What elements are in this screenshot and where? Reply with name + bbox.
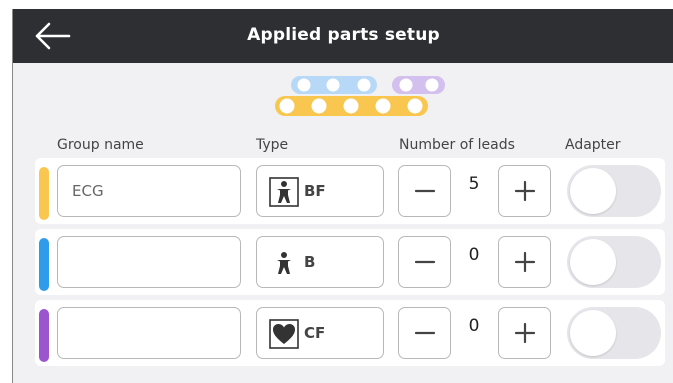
adapter-toggle[interactable] — [567, 307, 661, 359]
leads-count: 5 — [468, 174, 480, 194]
header-bar: Applied parts setup — [13, 9, 673, 63]
minus-icon — [414, 260, 436, 264]
group-name-input[interactable] — [57, 307, 241, 359]
adapter-toggle[interactable] — [567, 236, 661, 288]
type-selector[interactable]: BF — [256, 165, 384, 217]
type-selector[interactable]: CF — [256, 307, 384, 359]
plus-icon — [514, 322, 536, 344]
group-name-input[interactable] — [57, 236, 241, 288]
column-label-group-name: Group name — [57, 137, 144, 153]
decrease-leads-button[interactable] — [398, 236, 451, 288]
decrease-leads-button[interactable] — [398, 307, 451, 359]
applied-part-row: CF 0 — [35, 300, 665, 366]
type-label: B — [304, 253, 316, 271]
type-selector[interactable]: B — [256, 236, 384, 288]
person-icon — [277, 252, 291, 274]
person-box-icon — [269, 177, 299, 207]
app-window: Applied parts setup Group name Type Numb… — [12, 9, 673, 383]
increase-leads-button[interactable] — [498, 165, 551, 217]
connector-illustration-icon — [275, 76, 445, 116]
leads-count: 0 — [468, 316, 480, 336]
heart-box-icon — [269, 319, 299, 349]
type-label: CF — [304, 324, 326, 342]
page-title: Applied parts setup — [247, 25, 440, 45]
column-label-adapter: Adapter — [565, 137, 621, 153]
column-label-leads: Number of leads — [399, 137, 515, 153]
group-color-bar — [39, 238, 49, 291]
increase-leads-button[interactable] — [498, 236, 551, 288]
minus-icon — [414, 189, 436, 193]
plus-icon — [514, 251, 536, 273]
type-label: BF — [304, 182, 326, 200]
decrease-leads-button[interactable] — [398, 165, 451, 217]
minus-icon — [414, 331, 436, 335]
adapter-toggle[interactable] — [567, 165, 661, 217]
toggle-knob — [570, 239, 616, 285]
applied-part-row: B 0 — [35, 229, 665, 295]
group-name-input[interactable]: ECG — [57, 165, 241, 217]
group-color-bar — [39, 309, 49, 362]
increase-leads-button[interactable] — [498, 307, 551, 359]
column-label-type: Type — [256, 137, 289, 153]
applied-part-row: ECG BF 5 — [35, 158, 665, 224]
toggle-knob — [570, 168, 616, 214]
toggle-knob — [570, 310, 616, 356]
group-name-value: ECG — [72, 182, 104, 200]
group-color-bar — [39, 167, 49, 220]
plus-icon — [514, 180, 536, 202]
leads-count: 0 — [468, 245, 480, 265]
